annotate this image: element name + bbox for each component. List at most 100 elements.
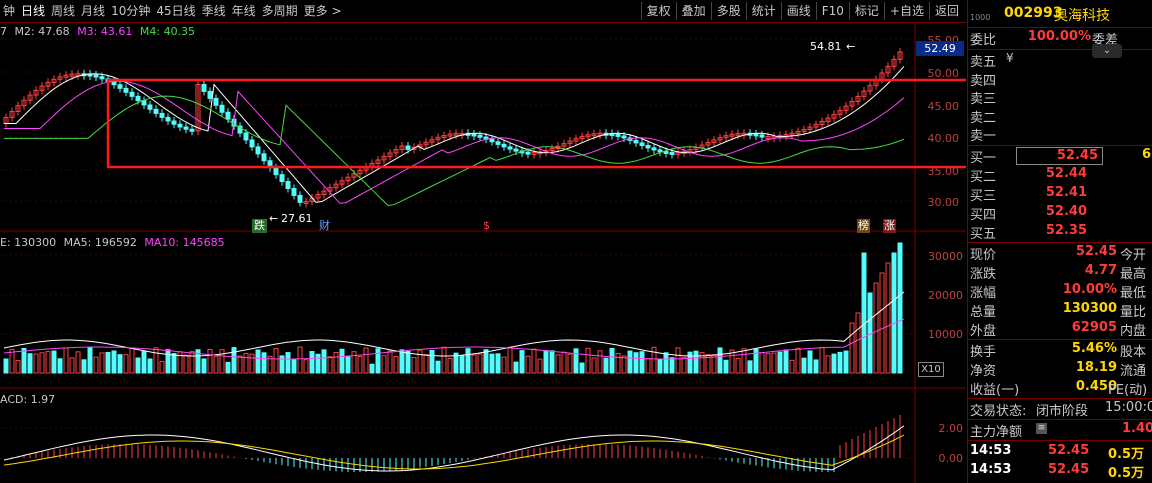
volume-bar: [693, 350, 699, 374]
volume-bar: [219, 349, 225, 374]
tick-time: 14:53: [970, 462, 1012, 477]
event-drop-badge[interactable]: 跌: [252, 219, 267, 233]
kline-chart-canvas[interactable]: [0, 23, 966, 483]
volume-bar: [27, 353, 33, 374]
candle-body: [123, 87, 129, 93]
candle-body: [135, 95, 141, 102]
volume-bar: [129, 347, 135, 374]
buy-row[interactable]: 买二 52.44: [968, 166, 1152, 185]
overlay-button[interactable]: 叠加: [675, 2, 711, 20]
tab-period-weekly[interactable]: 周线: [48, 2, 78, 20]
sell-label: 卖四: [970, 74, 997, 89]
volume-bar: [57, 358, 63, 374]
volume-bar: [297, 346, 303, 374]
sell-row[interactable]: 卖五: [968, 51, 1152, 70]
candle-body: [663, 151, 669, 155]
sell-row[interactable]: 卖二: [968, 107, 1152, 126]
sell-label: 卖五: [970, 55, 997, 70]
mark-button[interactable]: 标记: [848, 2, 884, 20]
tab-period-daily[interactable]: 日线: [18, 2, 48, 20]
quote-label2: 最高: [1120, 267, 1147, 282]
tab-period-10min[interactable]: 10分钟: [108, 2, 153, 20]
high-price-annotation: 54.81: [810, 40, 842, 53]
candle-body: [507, 146, 513, 150]
candle-body: [633, 139, 639, 144]
candle-body: [297, 194, 303, 203]
add-watchlist-button[interactable]: +自选: [883, 2, 929, 20]
buy-row[interactable]: 买一 52.45 6: [968, 147, 1152, 166]
candle-body: [291, 188, 297, 196]
stock-name[interactable]: 奥海科技: [1054, 5, 1110, 25]
volume-bar: [375, 348, 381, 374]
menu-icon[interactable]: ≡: [1036, 423, 1047, 434]
candle-body: [471, 133, 477, 137]
volume-bar: [639, 351, 645, 374]
volume-bar: [837, 351, 843, 374]
volume-bar: [615, 352, 621, 374]
buy-row[interactable]: 买五 52.35: [968, 223, 1152, 242]
volume-bar: [825, 355, 831, 374]
restore-rights-button[interactable]: 复权: [640, 2, 676, 20]
candle-body: [99, 76, 105, 80]
candle-body: [159, 112, 165, 118]
volume-bar: [813, 359, 819, 374]
candle-body: [495, 141, 501, 145]
divider: [968, 145, 1152, 146]
volume-bar: [423, 354, 429, 374]
draw-line-button[interactable]: 画线: [780, 2, 816, 20]
sell-row[interactable]: 卖四: [968, 70, 1152, 89]
volume-bar: [621, 355, 627, 374]
volume-bar: [369, 363, 375, 374]
candle-body: [615, 133, 621, 137]
tab-period-year[interactable]: 年线: [229, 2, 259, 20]
sell-label: 卖一: [970, 129, 997, 144]
period-tabs: 钟 日线 周线 月线 10分钟 45日线 季线 年线 多周期 更多 >: [0, 2, 345, 20]
price-axis-label: 35.00: [927, 165, 960, 178]
tab-period-quarter[interactable]: 季线: [199, 2, 229, 20]
volume-bar: [333, 352, 339, 374]
legend-ma5: MA5: 196592: [63, 236, 137, 249]
legend-m4: M4: 40.35: [139, 25, 196, 38]
buy-row[interactable]: 买四 52.40: [968, 204, 1152, 223]
volume-bar: [645, 358, 651, 374]
volume-bar: [171, 353, 177, 374]
event-dividend-badge[interactable]: $: [483, 219, 490, 233]
tab-period-monthly[interactable]: 月线: [78, 2, 108, 20]
quote-label: 总量: [970, 305, 997, 320]
tick-price: 52.45: [1048, 443, 1090, 458]
volume-bar: [651, 346, 657, 374]
event-ranking-badge[interactable]: 榜: [857, 219, 870, 233]
tab-period-multi[interactable]: 多周期: [259, 2, 301, 20]
f10-button[interactable]: F10: [815, 2, 849, 20]
volume-bar: [393, 356, 399, 374]
kline-chart-area[interactable]: 7 M2: 47.68 M3: 43.61 M4: 40.35 E: 13030…: [0, 23, 966, 483]
main-flow-row[interactable]: 主力净额 ≡ 1.40: [968, 421, 1152, 440]
quote-label2: 量比: [1120, 305, 1147, 320]
candle-body: [753, 133, 759, 137]
volume-bar: [357, 356, 363, 374]
statistics-button[interactable]: 统计: [745, 2, 781, 20]
sell-row[interactable]: 卖一: [968, 125, 1152, 144]
volume-bar: [681, 356, 687, 374]
tab-period-minute[interactable]: 钟: [0, 2, 18, 20]
back-button[interactable]: 返回: [928, 2, 964, 20]
price-axis-label: 40.00: [927, 132, 960, 145]
volume-bar: [189, 351, 195, 374]
volume-bar: [669, 357, 675, 374]
volume-bar: [765, 353, 771, 374]
quote-label2: 流通: [1120, 364, 1147, 379]
sell-row[interactable]: 卖三: [968, 88, 1152, 107]
tab-period-45day[interactable]: 45日线: [153, 2, 198, 20]
volume-bar: [315, 353, 321, 374]
quote-value: 5.46%: [1071, 341, 1117, 356]
volume-bar: [243, 352, 249, 374]
event-finance-badge[interactable]: 财: [319, 219, 330, 233]
multi-stock-button[interactable]: 多股: [710, 2, 746, 20]
volume-bar: [237, 355, 243, 374]
price-legend: 7 M2: 47.68 M3: 43.61 M4: 40.35: [0, 25, 195, 38]
tab-period-more[interactable]: 更多 >: [301, 2, 345, 20]
volume-bar: [465, 348, 471, 374]
event-rise-badge[interactable]: 涨: [883, 219, 896, 233]
buy-row[interactable]: 买三 52.41: [968, 185, 1152, 204]
divider: [968, 398, 1152, 399]
